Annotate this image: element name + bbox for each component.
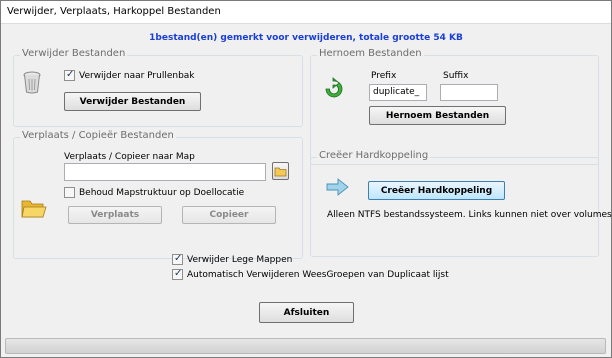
- keep-structure-checkbox[interactable]: [64, 187, 75, 198]
- create-hardlink-button[interactable]: Creëer Hardkoppeling: [368, 181, 505, 200]
- delete-group-label: Verwijder Bestanden: [20, 48, 128, 59]
- copy-button[interactable]: Copieer: [182, 206, 276, 224]
- prefix-label: Prefix: [371, 71, 397, 81]
- hardlink-group: Creëer Hardkoppeling: [310, 150, 599, 257]
- hardlink-group-label: Creëer Hardkoppeling: [317, 150, 431, 161]
- suffix-label: Suffix: [443, 71, 469, 81]
- delete-files-button[interactable]: Verwijder Bestanden: [64, 92, 201, 111]
- progress-bar: [5, 338, 606, 354]
- check-mark-icon: ✓: [66, 69, 75, 80]
- prefix-input[interactable]: duplicate_: [369, 84, 427, 101]
- browse-folder-button[interactable]: [272, 162, 289, 180]
- suffix-input[interactable]: [440, 84, 498, 101]
- dialog-window: Verwijder, Verplaats, Harkoppel Bestande…: [0, 0, 612, 358]
- recycle-checkbox[interactable]: ✓: [64, 69, 75, 81]
- status-message: 1bestand(en) gemerkt voor verwijderen, t…: [149, 33, 463, 43]
- keep-structure-label[interactable]: Behoud Mapstruktuur op Doellocatie: [79, 188, 244, 198]
- rename-files-button[interactable]: Hernoem Bestanden: [369, 106, 506, 125]
- auto-remove-groups-checkbox[interactable]: ✓: [172, 268, 183, 280]
- close-button[interactable]: Afsluiten: [259, 302, 354, 323]
- check-mark-icon: ✓: [174, 268, 183, 279]
- auto-remove-groups-label[interactable]: Automatisch Verwijderen WeesGroepen van …: [187, 270, 449, 280]
- move-button[interactable]: Verplaats: [68, 206, 162, 224]
- recycle-bin-icon: [23, 71, 41, 94]
- hardlink-note: Alleen NTFS bestandssysteem. Links kunne…: [327, 210, 612, 220]
- window-title: Verwijder, Verplaats, Harkoppel Bestande…: [7, 6, 221, 17]
- browse-folder-icon: [274, 167, 287, 177]
- rename-arrow-icon: [325, 77, 343, 98]
- recycle-checkbox-label[interactable]: Verwijder naar Prullenbak: [79, 71, 195, 81]
- dialog-body: 1bestand(en) gemerkt voor verwijderen, t…: [1, 24, 612, 357]
- remove-empty-folders-label[interactable]: Verwijder Lege Mappen: [187, 255, 292, 265]
- arrow-right-icon: [326, 178, 349, 196]
- rename-group-label: Hernoem Bestanden: [317, 48, 424, 59]
- folder-icon: [21, 200, 47, 218]
- check-mark-icon: ✓: [174, 253, 183, 264]
- title-bar[interactable]: Verwijder, Verplaats, Harkoppel Bestande…: [1, 1, 611, 24]
- delete-files-group: Verwijder Bestanden: [13, 48, 303, 127]
- target-folder-label: Verplaats / Copieer naar Map: [64, 152, 195, 162]
- remove-empty-folders-checkbox[interactable]: ✓: [172, 253, 183, 265]
- target-folder-input[interactable]: [64, 163, 266, 181]
- move-group-label: Verplaats / Copieër Bestanden: [20, 130, 176, 141]
